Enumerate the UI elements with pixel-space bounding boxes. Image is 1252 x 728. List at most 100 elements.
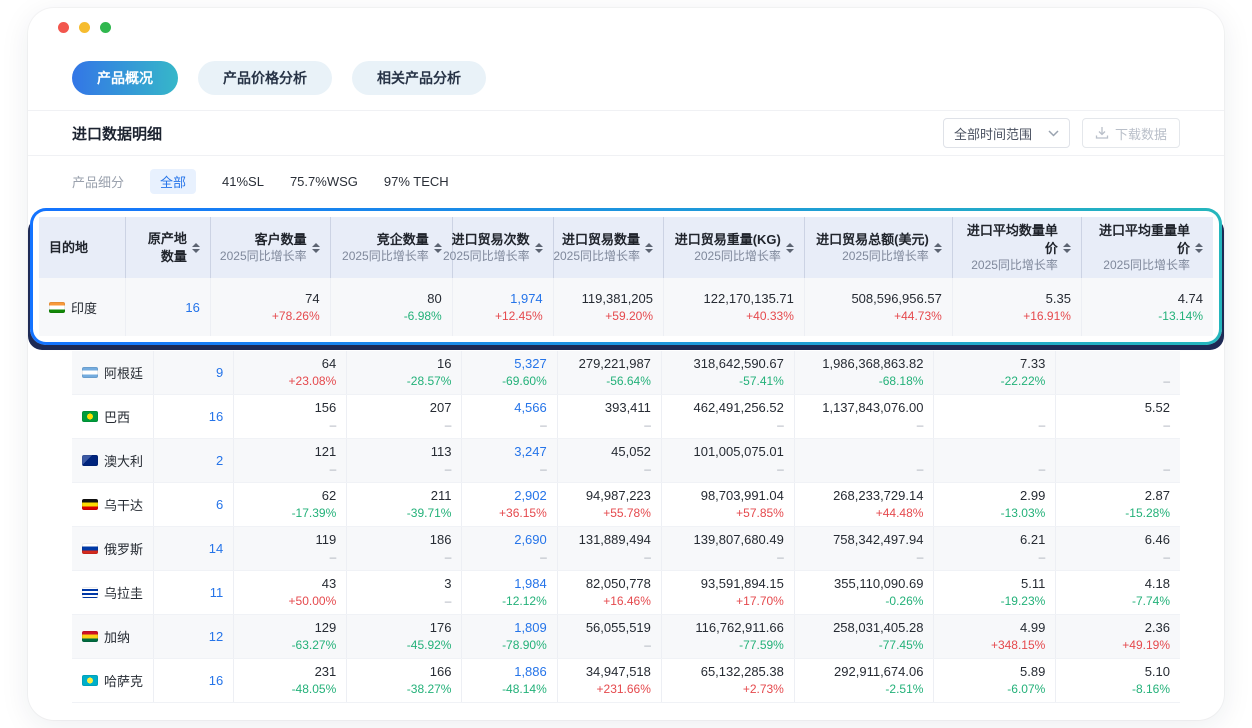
metric-cell: 2.87-15.28% <box>1056 483 1180 527</box>
chevron-down-icon <box>1048 130 1059 137</box>
australia-flag-icon <box>82 455 98 466</box>
time-range-select[interactable]: 全部时间范围 <box>943 118 1070 148</box>
uruguay-flag-icon <box>82 587 98 598</box>
origin-count-cell[interactable]: 16 <box>154 659 234 703</box>
minimize-button[interactable] <box>79 22 90 33</box>
metric-cell: 6.46– <box>1056 527 1180 571</box>
filter-option-97tech[interactable]: 97% TECH <box>384 174 449 189</box>
filter-option-all[interactable]: 全部 <box>150 169 196 194</box>
close-button[interactable] <box>58 22 69 33</box>
origin-count-cell[interactable]: 6 <box>154 483 234 527</box>
tab-product-overview[interactable]: 产品概况 <box>72 61 178 95</box>
sort-icon[interactable] <box>934 243 942 253</box>
table-row: 乌干达662-17.39%211-39.71%2,902+36.15%94,98… <box>72 483 1180 527</box>
download-label: 下载数据 <box>1115 124 1167 143</box>
metric-cell[interactable]: 4,566– <box>462 395 557 439</box>
origin-count-cell[interactable]: 14 <box>154 527 234 571</box>
table-row: 加纳12129-63.27%176-45.92%1,809-78.90%56,0… <box>72 615 1180 659</box>
origin-count-cell[interactable]: 16 <box>154 395 234 439</box>
metric-cell: 98,703,991.04+57.85% <box>661 483 794 527</box>
origin-count-cell[interactable]: 9 <box>154 351 234 395</box>
origin-count-cell[interactable]: 2 <box>154 439 234 483</box>
tab-price-analysis[interactable]: 产品价格分析 <box>198 61 332 95</box>
metric-cell: 113– <box>347 439 462 483</box>
sort-icon[interactable] <box>535 243 543 253</box>
metric-cell: 64+23.08% <box>234 351 347 395</box>
page-title: 进口数据明细 <box>72 123 162 144</box>
metric-cell: 129-63.27% <box>234 615 347 659</box>
sort-icon[interactable] <box>434 243 442 253</box>
tab-bar: 产品概况 产品价格分析 相关产品分析 <box>28 33 1224 95</box>
metric-cell: 93,591,894.15+17.70% <box>661 571 794 615</box>
metric-cell: 116,762,911.66-77.59% <box>661 615 794 659</box>
table-row: 俄罗斯14119–186–2,690–131,889,494–139,807,6… <box>72 527 1180 571</box>
metric-cell[interactable]: 1,809-78.90% <box>462 615 557 659</box>
column-header-8: 进口平均数量单价2025同比增长率 <box>952 217 1081 278</box>
column-header-7: 进口贸易总额(美元)2025同比增长率 <box>804 217 952 278</box>
sort-icon[interactable] <box>192 243 200 253</box>
window-controls <box>28 8 1224 33</box>
metric-cell: 122,170,135.71+40.33% <box>664 278 805 336</box>
metric-cell: 279,221,987-56.64% <box>557 351 661 395</box>
metric-cell: 758,342,497.94– <box>794 527 934 571</box>
tab-related-products[interactable]: 相关产品分析 <box>352 61 486 95</box>
metric-cell[interactable]: 5,327-69.60% <box>462 351 557 395</box>
destination-cell: 巴西 <box>72 395 154 439</box>
sort-icon[interactable] <box>1063 243 1071 253</box>
metric-cell: 1,137,843,076.00– <box>794 395 934 439</box>
metric-cell[interactable]: 3,247– <box>462 439 557 483</box>
section-header: 进口数据明细 全部时间范围 下载数据 <box>28 111 1224 155</box>
highlight-spotlight-box: 目的地原产地数量客户数量2025同比增长率竞企数量2025同比增长率进口贸易次数… <box>30 208 1222 345</box>
metric-cell: 462,491,256.52– <box>661 395 794 439</box>
destination-cell: 加纳 <box>72 615 154 659</box>
metric-cell: 292,911,674.06-2.51% <box>794 659 934 703</box>
ghana-flag-icon <box>82 631 98 642</box>
metric-cell[interactable]: 1,984-12.12% <box>462 571 557 615</box>
table-row: 阿根廷964+23.08%16-28.57%5,327-69.60%279,22… <box>72 351 1180 395</box>
origin-count-cell[interactable]: 16 <box>126 278 211 336</box>
metric-cell: 393,411– <box>557 395 661 439</box>
india-flag-icon <box>49 302 65 313</box>
metric-cell: 56,055,519– <box>557 615 661 659</box>
country-name: 印度 <box>71 298 97 317</box>
metric-cell: 74+78.26% <box>210 278 330 336</box>
country-name: 乌干达 <box>104 495 143 514</box>
metric-cell[interactable]: 2,690– <box>462 527 557 571</box>
metric-cell[interactable]: 1,886-48.14% <box>462 659 557 703</box>
pinned-header-table: 目的地原产地数量客户数量2025同比增长率竞企数量2025同比增长率进口贸易次数… <box>39 217 1213 336</box>
table-row: 哈萨克斯坦16231-48.05%166-38.27%1,886-48.14%3… <box>72 659 1180 703</box>
sort-icon[interactable] <box>645 243 653 253</box>
sort-icon[interactable] <box>312 243 320 253</box>
sort-icon[interactable] <box>1195 243 1203 253</box>
metric-cell: 80-6.98% <box>330 278 452 336</box>
metric-cell: – <box>1056 439 1180 483</box>
filter-option-41sl[interactable]: 41%SL <box>222 174 264 189</box>
metric-cell: 176-45.92% <box>347 615 462 659</box>
column-header-1: 原产地数量 <box>126 217 211 278</box>
origin-count-cell[interactable]: 11 <box>154 571 234 615</box>
metric-cell: 2.99-13.03% <box>934 483 1056 527</box>
segment-filter: 产品细分 全部 41%SL 75.7%WSG 97% TECH <box>28 169 1224 194</box>
metric-cell: 508,596,956.57+44.73% <box>804 278 952 336</box>
maximize-button[interactable] <box>100 22 111 33</box>
download-data-button[interactable]: 下载数据 <box>1082 118 1180 148</box>
destination-cell: 澳大利亚 <box>72 439 154 483</box>
sort-icon[interactable] <box>786 243 794 253</box>
metric-cell[interactable]: 2,902+36.15% <box>462 483 557 527</box>
metric-cell: 166-38.27% <box>347 659 462 703</box>
metric-cell: 2.36+49.19% <box>1056 615 1180 659</box>
metric-cell: 231-48.05% <box>234 659 347 703</box>
metric-cell: 4.74-13.14% <box>1081 278 1213 336</box>
metric-cell: 94,987,223+55.78% <box>557 483 661 527</box>
metric-cell: 139,807,680.49– <box>661 527 794 571</box>
origin-count-cell[interactable]: 12 <box>154 615 234 659</box>
metric-cell: – <box>794 439 934 483</box>
filter-option-757wsg[interactable]: 75.7%WSG <box>290 174 358 189</box>
argentina-flag-icon <box>82 367 98 378</box>
metric-cell: 16-28.57% <box>347 351 462 395</box>
metric-cell[interactable]: 1,974+12.45% <box>452 278 553 336</box>
metric-cell: 355,110,090.69-0.26% <box>794 571 934 615</box>
column-header-2: 客户数量2025同比增长率 <box>210 217 330 278</box>
metric-cell: 4.18-7.74% <box>1056 571 1180 615</box>
download-icon <box>1095 126 1109 140</box>
